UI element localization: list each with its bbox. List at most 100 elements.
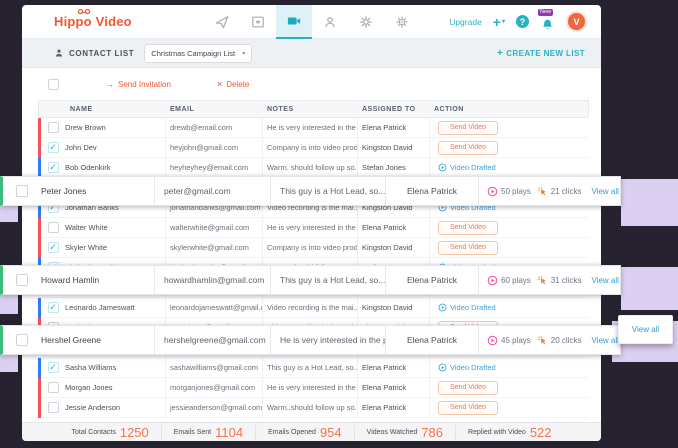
nav-slides-icon[interactable]	[240, 5, 276, 39]
table-row[interactable]: ✓ Sasha Williams sashawilliams@gmail.com…	[38, 358, 589, 378]
table-header: NAME EMAIL NOTES ASSIGNED TO ACTION	[38, 100, 589, 118]
footer-stat: Videos Watched786	[355, 425, 456, 440]
send-invitation-button[interactable]: → Send Invitation	[105, 79, 171, 89]
row-checkbox[interactable]	[48, 402, 59, 413]
popped-contact-row[interactable]: Howard Hamlin howardhamlin@gmail.com Thi…	[0, 265, 621, 295]
contact-email: drewb@email.com	[165, 118, 262, 137]
new-badge: New	[538, 9, 553, 17]
select-all-checkbox[interactable]	[48, 79, 59, 90]
video-drafted-badge[interactable]: Video Drafted	[438, 303, 496, 312]
row-checkbox[interactable]	[48, 122, 59, 133]
contact-notes: Video recording is the mai...	[262, 298, 357, 317]
contact-notes: He is very interested in the prod...	[262, 218, 357, 237]
row-checkbox[interactable]: ✓	[48, 362, 59, 373]
contact-assigned: Kingston David	[357, 238, 429, 257]
chevron-down-icon: ▾	[242, 50, 245, 57]
row-checkbox[interactable]	[48, 382, 59, 393]
row-checkbox[interactable]: ✓	[48, 302, 59, 313]
view-all-link[interactable]: View all	[591, 276, 618, 285]
slides-icon	[251, 15, 265, 29]
contact-action: Send Video	[429, 378, 589, 397]
hippo-video-logo[interactable]: Hippo Video	[54, 14, 132, 29]
screenshot-stage: Hippo Video Upgrade +▾ ? New V CONTACT L…	[0, 0, 678, 448]
integrations-icon	[359, 15, 373, 29]
view-all-tooltip[interactable]: View all	[618, 315, 673, 344]
app-window: Hippo Video Upgrade +▾ ? New V CONTACT L…	[22, 5, 601, 441]
video-stats: 50 plays 21 clicks View all	[478, 177, 620, 205]
footer-stat: Emails Opened954	[256, 425, 355, 440]
contact-email: sashawilliams@gmail.com	[165, 358, 262, 377]
contact-action: Send Video	[429, 398, 589, 417]
row-checkbox[interactable]	[16, 334, 28, 346]
contact-email: morganjones@gmail.com	[165, 378, 262, 397]
table-row[interactable]: ✓ Bob Odenkirk heyheyhey@email.com Warm.…	[38, 158, 589, 178]
contact-name: Skyler White	[65, 238, 165, 257]
click-cursor-icon	[537, 186, 548, 197]
video-drafted-badge[interactable]: Video Drafted	[438, 363, 496, 372]
table-row[interactable]: Drew Brown drewb@email.com He is very in…	[38, 118, 589, 138]
play-circle-icon	[487, 335, 498, 346]
nav-settings-gear-icon[interactable]	[384, 5, 420, 39]
view-all-link[interactable]: View all	[591, 336, 618, 345]
avatar[interactable]: V	[566, 11, 587, 32]
contact-notes: He is very interested in the prod...	[262, 118, 357, 137]
nav-contacts-icon[interactable]	[312, 5, 348, 39]
send-video-button[interactable]: Send Video	[438, 381, 498, 395]
column-header-action: ACTION	[430, 106, 588, 113]
table-row[interactable]: ✓ John Dev heyjohn@gmail.com Company is …	[38, 138, 589, 158]
video-camera-icon	[287, 14, 301, 28]
contact-email: leonardojameswatt@gmail.com	[165, 298, 262, 317]
contact-email: peter@gmail.com	[154, 177, 270, 205]
top-navigation-bar: Hippo Video Upgrade +▾ ? New V	[22, 5, 601, 39]
table-row[interactable]: Walter White walterwhite@gmail.com He is…	[38, 218, 589, 238]
contact-email: jessieanderson@gmail.com	[165, 398, 262, 417]
send-video-button[interactable]: Send Video	[438, 221, 498, 235]
table-row[interactable]: Jessie Anderson jessieanderson@gmail.com…	[38, 398, 589, 418]
arrow-right-icon: →	[105, 79, 114, 89]
contact-name: Hershel Greene	[41, 326, 154, 354]
video-stats: 45 plays 20 clicks View all	[478, 326, 620, 354]
popped-contact-row[interactable]: Hershel Greene hershelgreene@gmail.com H…	[0, 325, 621, 355]
stat-label: Replied with Video	[468, 429, 526, 436]
table-row[interactable]: ✓ Leonardo Jameswatt leonardojameswatt@g…	[38, 298, 589, 318]
contact-assigned: Kingston David	[357, 138, 429, 157]
contact-notes: This guy is a Hot Lead, so...	[270, 177, 385, 205]
click-cursor-icon	[537, 335, 548, 346]
contact-email: heyjohn@gmail.com	[165, 138, 262, 157]
view-all-link[interactable]: View all	[591, 187, 618, 196]
x-icon: ×	[217, 79, 222, 89]
row-checkbox[interactable]: ✓	[48, 142, 59, 153]
quick-add-button[interactable]: +▾	[493, 15, 505, 29]
table-row[interactable]: Morgan Jones morganjones@gmail.com He is…	[38, 378, 589, 398]
clicks-stat: 31 clicks	[537, 275, 582, 286]
send-video-button[interactable]: Send Video	[438, 241, 498, 255]
stat-value: 786	[421, 425, 443, 440]
row-checkbox[interactable]	[16, 274, 28, 286]
notifications-button[interactable]: New	[540, 13, 555, 31]
nav-paper-plane-icon[interactable]	[204, 5, 240, 39]
create-new-list-button[interactable]: + CREATE NEW LIST	[497, 48, 585, 59]
row-checkbox[interactable]	[48, 222, 59, 233]
delete-button[interactable]: × Delete	[217, 79, 249, 89]
contact-action: Send Video	[429, 138, 589, 157]
send-video-button[interactable]: Send Video	[438, 141, 498, 155]
send-video-button[interactable]: Send Video	[438, 121, 498, 135]
popped-contact-row[interactable]: Peter Jones peter@gmail.com This guy is …	[0, 176, 621, 206]
row-checkbox[interactable]: ✓	[48, 162, 59, 173]
video-drafted-badge[interactable]: Video Drafted	[438, 163, 496, 172]
nav-integrations-icon[interactable]	[348, 5, 384, 39]
table-row[interactable]: ✓ Skyler White skylerwhite@gmail.com Com…	[38, 238, 589, 258]
nav-video-camera-icon[interactable]	[276, 5, 312, 39]
upgrade-link[interactable]: Upgrade	[449, 17, 482, 27]
send-video-button[interactable]: Send Video	[438, 401, 498, 415]
stat-value: 1250	[120, 425, 149, 440]
campaign-list-select[interactable]: Christmas Campaign List ▾	[144, 44, 252, 63]
help-button[interactable]: ?	[516, 15, 529, 28]
row-checkbox[interactable]	[16, 185, 28, 197]
settings-gear-icon	[395, 15, 409, 29]
stat-label: Emails Opened	[268, 429, 316, 436]
stat-value: 1104	[215, 425, 243, 440]
contact-assigned: Elena Patrick	[357, 118, 429, 137]
play-circle-icon	[487, 186, 498, 197]
row-checkbox[interactable]: ✓	[48, 242, 59, 253]
